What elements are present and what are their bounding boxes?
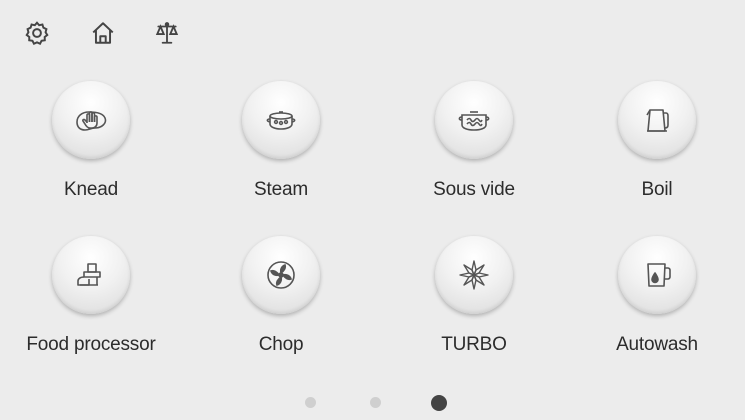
program-tile-turbo[interactable]: TURBO	[389, 236, 559, 356]
program-button-sous-vide[interactable]	[435, 81, 513, 159]
page-dot-1[interactable]	[305, 397, 316, 408]
sous-vide-icon	[458, 111, 490, 131]
program-button-turbo[interactable]	[435, 236, 513, 314]
program-tile-boil[interactable]: Boil	[572, 81, 742, 201]
program-label: Boil	[641, 179, 673, 200]
program-tile-chop[interactable]: Chop	[196, 236, 366, 356]
knead-icon	[76, 111, 107, 131]
program-button-knead[interactable]	[52, 81, 130, 159]
page-indicator	[0, 395, 745, 413]
program-tile-sous-vide[interactable]: Sous vide	[389, 81, 559, 201]
food-processor-icon	[77, 263, 101, 286]
program-tile-food-processor[interactable]: Food processor	[6, 236, 176, 356]
program-label: TURBO	[441, 334, 507, 355]
scale-icon[interactable]	[152, 18, 182, 48]
kettle-icon	[646, 109, 669, 132]
program-button-chop[interactable]	[242, 236, 320, 314]
program-label: Steam	[254, 179, 308, 200]
program-tile-autowash[interactable]: Autowash	[572, 236, 742, 356]
page-dot-2[interactable]	[370, 397, 381, 408]
program-button-autowash[interactable]	[618, 236, 696, 314]
page-dot-3-active[interactable]	[431, 395, 447, 411]
steam-icon	[266, 111, 296, 130]
top-toolbar	[0, 0, 745, 60]
program-tile-steam[interactable]: Steam	[196, 81, 366, 201]
autowash-icon	[647, 263, 671, 287]
turbo-icon	[459, 260, 489, 290]
program-label: Food processor	[26, 334, 156, 355]
home-icon[interactable]	[88, 18, 118, 48]
program-button-steam[interactable]	[242, 81, 320, 159]
program-button-boil[interactable]	[618, 81, 696, 159]
program-label: Chop	[258, 334, 304, 355]
chop-icon	[267, 261, 295, 289]
program-label: Sous vide	[433, 179, 515, 200]
gear-icon[interactable]	[22, 18, 52, 48]
program-tile-knead[interactable]: Knead	[6, 81, 176, 201]
program-label: Knead	[64, 179, 118, 200]
program-button-food-processor[interactable]	[52, 236, 130, 314]
program-label: Autowash	[616, 334, 698, 355]
